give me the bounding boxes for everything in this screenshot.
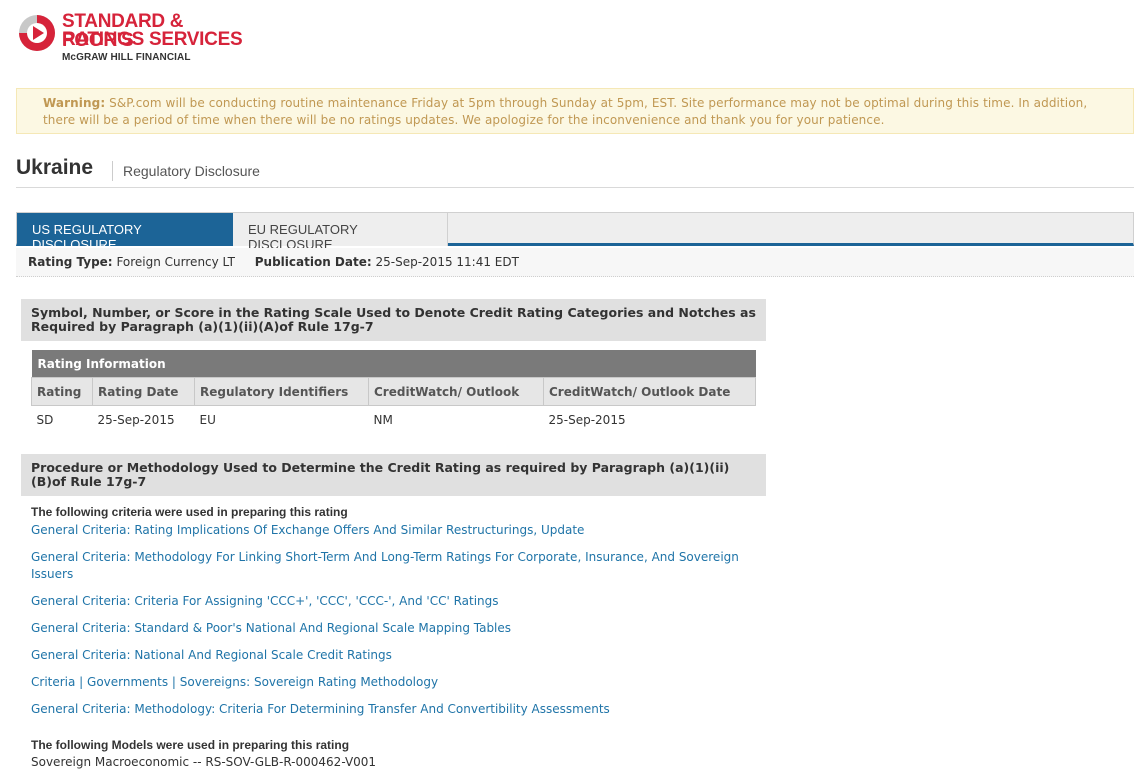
cell-rating-date: 25-Sep-2015 (97, 412, 175, 427)
column-header-rating: Rating (31, 377, 93, 406)
page-title: Ukraine (16, 156, 94, 179)
tab-us-regulatory-disclosure[interactable]: US REGULATORY DISCLOSURE (17, 213, 233, 252)
warning-label: Warning: (43, 96, 106, 110)
column-header-regulatory-identifiers: Regulatory Identifiers (194, 377, 369, 406)
rating-info-bar: Rating Type: Foreign Currency LT Publica… (16, 248, 1134, 277)
logo-mark-icon (19, 15, 55, 51)
cell-regulatory-identifiers: EU (199, 412, 216, 427)
title-divider (112, 161, 113, 181)
table-row: SD 25-Sep-2015 EU NM 25-Sep-2015 (32, 406, 756, 434)
rating-type-value: Foreign Currency LT (116, 255, 235, 269)
page-subtitle: Regulatory Disclosure (123, 163, 260, 179)
rating-scale-section-heading: Symbol, Number, or Score in the Rating S… (21, 299, 766, 341)
criteria-link[interactable]: General Criteria: Methodology: Criteria … (31, 701, 751, 718)
methodology-section-heading: Procedure or Methodology Used to Determi… (21, 454, 766, 496)
criteria-link[interactable]: Criteria | Governments | Sovereigns: Sov… (31, 674, 751, 691)
page-title-row: Ukraine Regulatory Disclosure (16, 156, 1134, 188)
criteria-link[interactable]: General Criteria: National And Regional … (31, 647, 751, 664)
criteria-list: General Criteria: Rating Implications Of… (31, 522, 751, 728)
rating-type-label: Rating Type: (28, 255, 113, 269)
cell-creditwatch-outlook: NM (373, 412, 393, 427)
table-caption: Rating Information (31, 350, 756, 378)
logo-text-line2: RATINGS SERVICES (62, 29, 243, 50)
rating-information-table: Rating Information Rating Rating Date Re… (31, 350, 756, 433)
logo-text-line3: McGRAW HILL FINANCIAL (62, 52, 191, 63)
models-heading: The following Models were used in prepar… (31, 738, 350, 752)
cell-creditwatch-outlook-date: 25-Sep-2015 (548, 412, 626, 427)
column-header-rating-date: Rating Date (92, 377, 195, 406)
disclosure-tabs: US REGULATORY DISCLOSURE EU REGULATORY D… (16, 212, 1134, 252)
sp-logo[interactable]: STANDARD & POOR'S RATINGS SERVICES McGRA… (18, 12, 258, 68)
tab-eu-regulatory-disclosure[interactable]: EU REGULATORY DISCLOSURE (233, 213, 448, 252)
criteria-heading: The following criteria were used in prep… (31, 505, 348, 519)
cell-rating: SD (36, 412, 54, 427)
warning-text: S&P.com will be conducting routine maint… (43, 96, 1088, 127)
criteria-link[interactable]: General Criteria: Methodology For Linkin… (31, 549, 751, 583)
criteria-link[interactable]: General Criteria: Criteria For Assigning… (31, 593, 751, 610)
criteria-link[interactable]: General Criteria: Rating Implications Of… (31, 522, 751, 539)
model-item: Sovereign Macroeconomic -- RS-SOV-GLB-R-… (31, 755, 377, 769)
criteria-link[interactable]: General Criteria: Standard & Poor's Nati… (31, 620, 751, 637)
column-header-creditwatch-outlook-date: CreditWatch/ Outlook Date (543, 377, 756, 406)
column-header-creditwatch-outlook: CreditWatch/ Outlook (368, 377, 544, 406)
maintenance-warning: Warning: S&P.com will be conducting rout… (16, 88, 1134, 134)
publication-date-label: Publication Date: (254, 255, 372, 269)
publication-date-value: 25-Sep-2015 11:41 EDT (375, 255, 519, 269)
